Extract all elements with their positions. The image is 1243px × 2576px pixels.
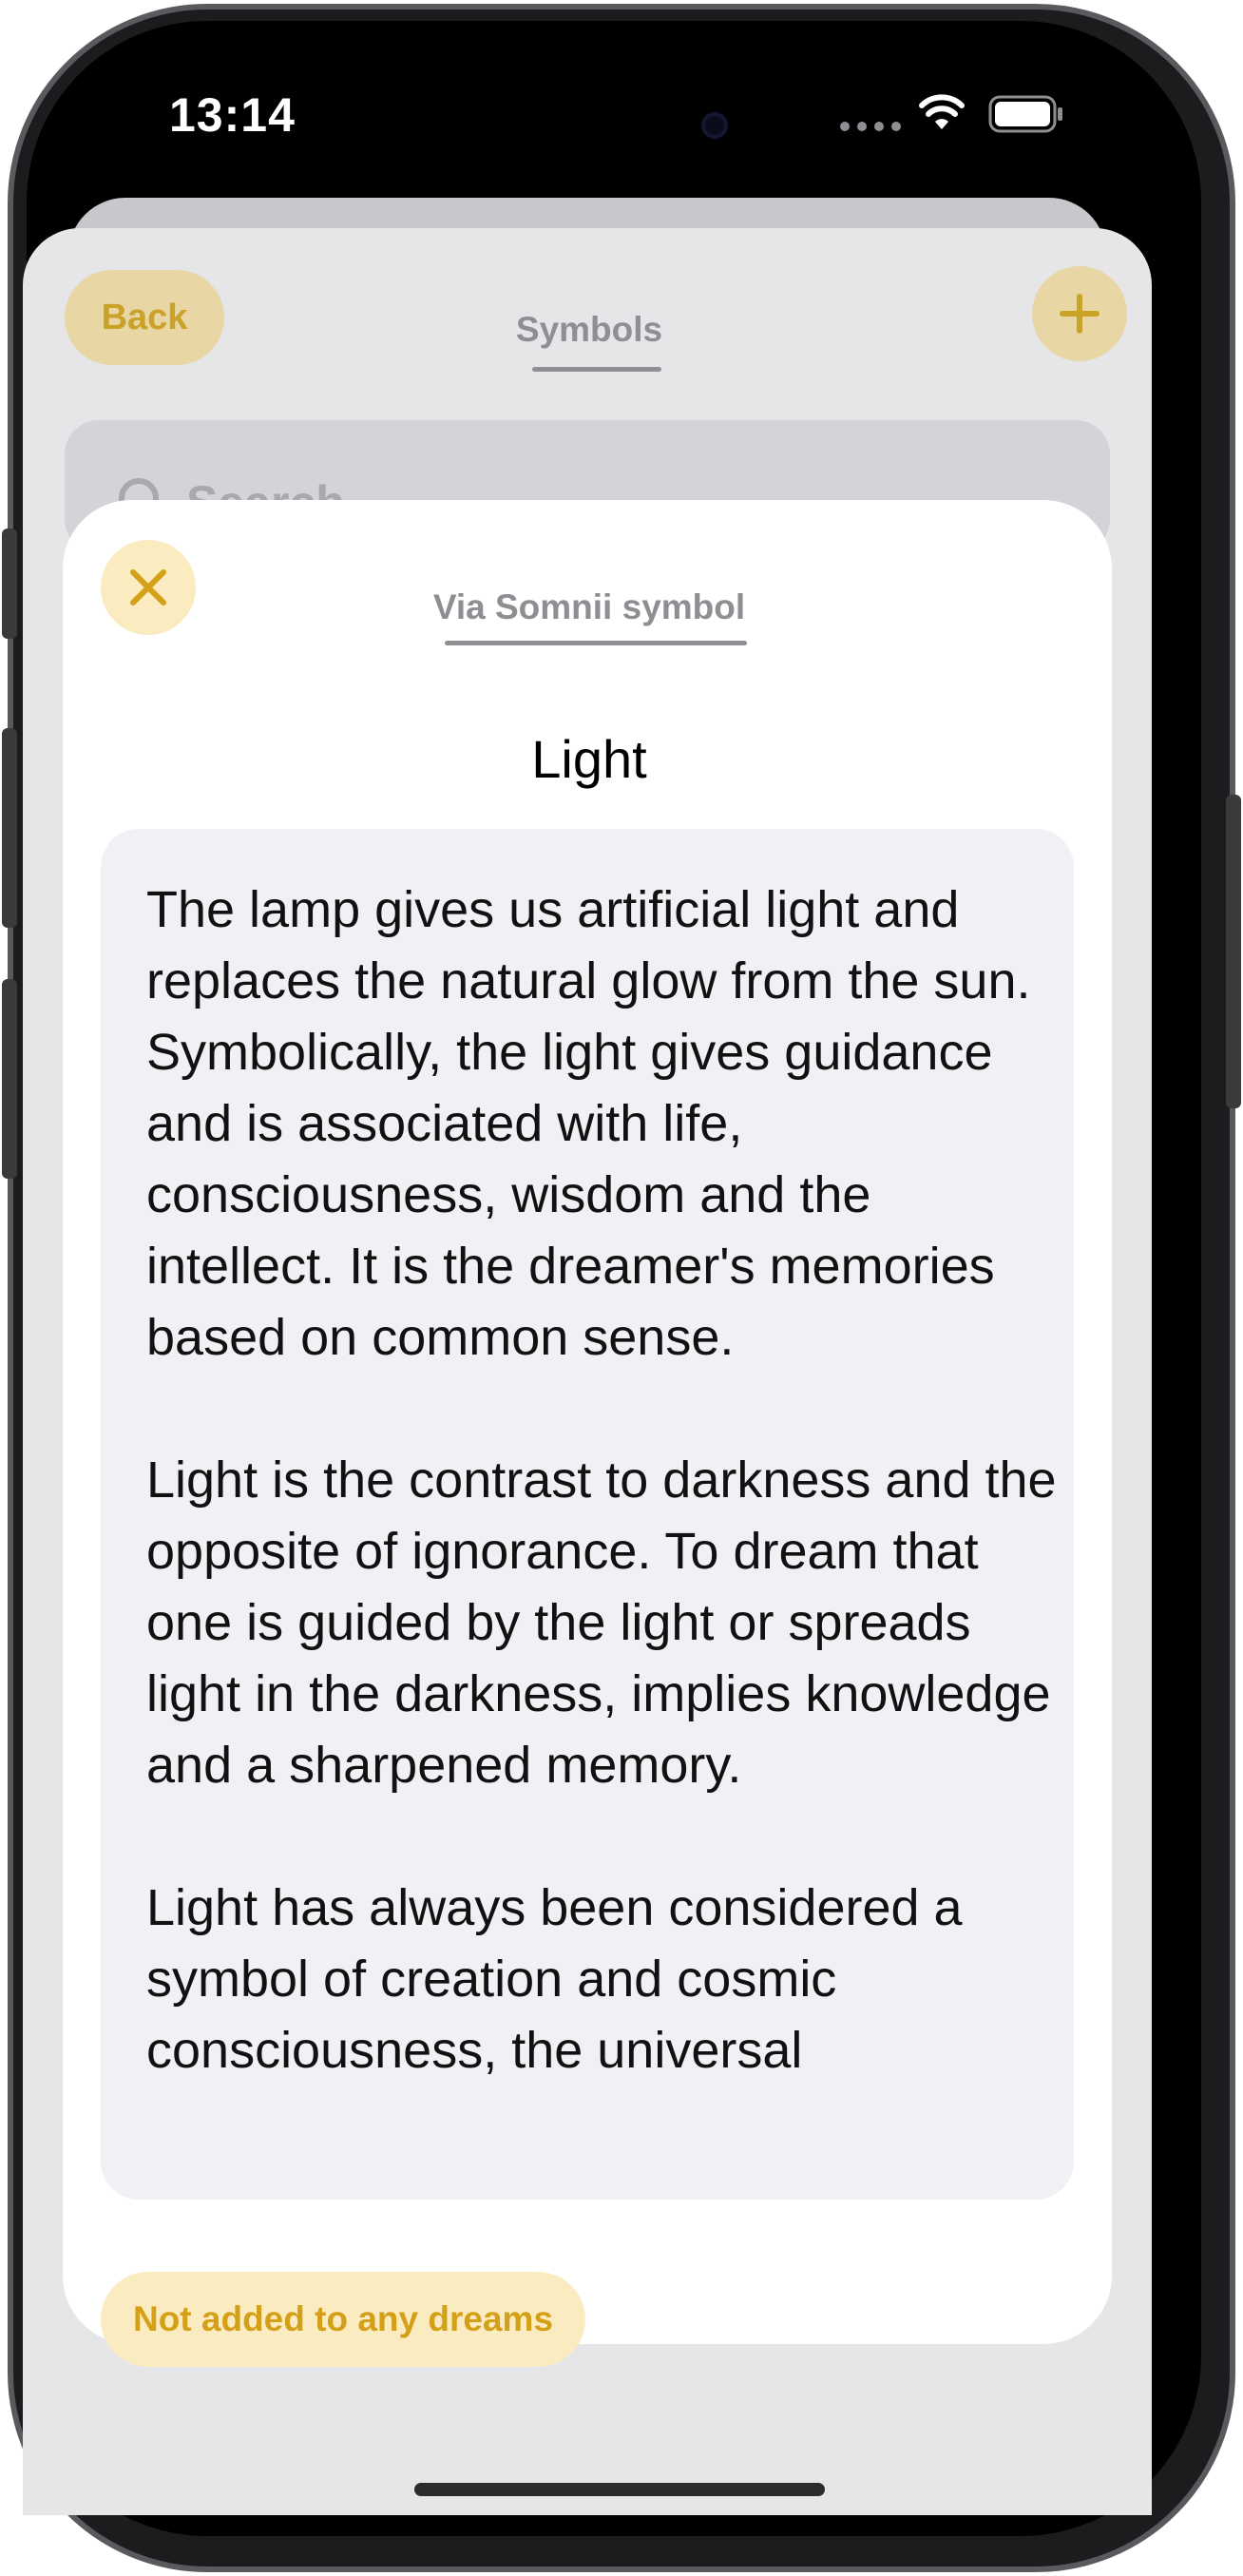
description-paragraph: Light is the contrast to darkness and th… — [146, 1451, 1057, 1794]
cellular-signal-icon — [840, 122, 901, 131]
close-button[interactable] — [101, 540, 196, 635]
battery-icon — [988, 95, 1062, 133]
dreams-badge[interactable]: Not added to any dreams — [101, 2272, 585, 2367]
modal-tab-underline — [445, 641, 747, 645]
wifi-icon — [919, 94, 965, 129]
power-button — [1226, 795, 1241, 1108]
home-indicator[interactable] — [414, 2483, 825, 2496]
symbols-tab-title[interactable]: Symbols — [475, 310, 703, 350]
modal-tab-title[interactable]: Via Somnii symbol — [399, 587, 779, 627]
dynamic-island — [426, 76, 749, 171]
volume-up-button — [2, 728, 17, 928]
status-time: 13:14 — [169, 88, 296, 142]
symbol-description: The lamp gives us artificial light and r… — [146, 875, 1059, 2158]
add-button[interactable] — [1032, 266, 1127, 361]
action-button — [2, 529, 17, 639]
volume-down-button — [2, 979, 17, 1179]
description-paragraph: The lamp gives us artificial light and r… — [146, 881, 1031, 1366]
symbols-tab-underline — [532, 367, 661, 372]
symbol-description-box[interactable]: The lamp gives us artificial light and r… — [101, 829, 1074, 2200]
symbol-title: Light — [531, 729, 647, 789]
plus-icon — [1060, 294, 1100, 334]
close-icon — [130, 569, 166, 606]
description-paragraph: Light has always been considered a symbo… — [146, 1879, 963, 2079]
back-button[interactable]: Back — [65, 270, 224, 365]
front-camera — [701, 112, 728, 139]
